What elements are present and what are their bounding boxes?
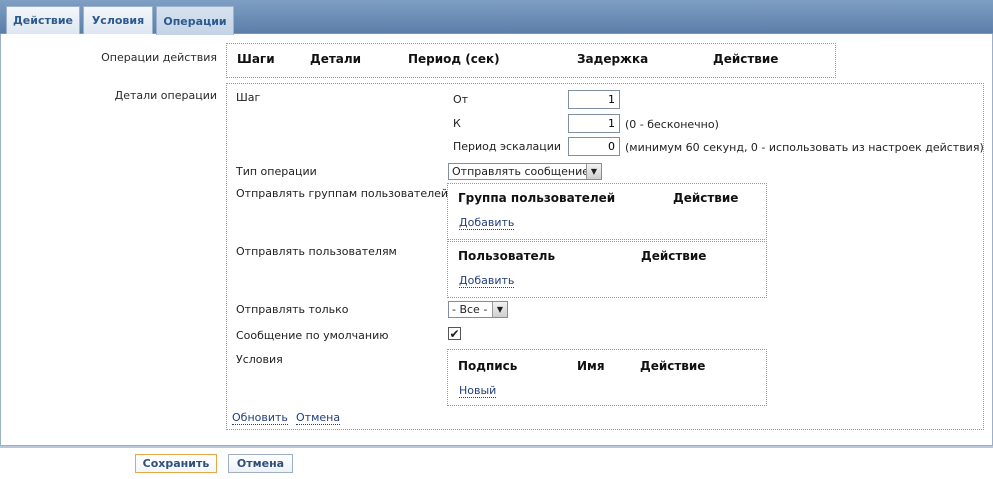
step-to-note: (0 - бесконечно) [625,118,719,131]
users-table: Пользователь Действие Добавить [447,241,767,298]
step-label: Шаг [236,91,261,104]
col-action: Действие [713,52,779,66]
checkmark-icon: ✔ [449,326,460,341]
col-name: Имя [577,359,605,373]
step-to-label: К [453,117,461,130]
details-label: Детали операции [114,89,217,102]
user-groups-table: Группа пользователей Действие Добавить [447,183,767,240]
conditions-label: Условия [236,353,283,366]
col-steps: Шаги [237,52,275,66]
col-condition-action: Действие [640,359,706,373]
dropdown-arrow-icon: ▼ [492,302,507,317]
col-label: Подпись [458,359,518,373]
operation-type-value: Отправлять сообщение [452,165,590,178]
send-only-select[interactable]: - Все - ▼ [448,301,508,318]
escalation-input[interactable] [568,137,620,156]
default-message-label: Сообщение по умолчанию [236,329,389,342]
default-message-checkbox[interactable]: ✔ [448,327,461,340]
footer-separator [0,446,993,448]
dropdown-arrow-icon: ▼ [586,164,601,179]
tab-conditions-label: Условия [91,14,145,27]
col-user: Пользователь [458,249,556,263]
tab-action[interactable]: Действие [6,6,80,34]
tab-operations-label: Операции [163,14,227,28]
tab-action-label: Действие [13,14,73,27]
col-user-action: Действие [641,249,707,263]
escalation-label: Период эскалации [453,140,562,153]
col-period: Период (сек) [408,52,500,66]
cancel-button[interactable]: Отмена [228,454,293,473]
new-condition-link[interactable]: Новый [459,384,497,398]
col-group-action: Действие [673,191,739,205]
send-only-label: Отправлять только [236,303,349,316]
send-only-value: - Все - [452,303,488,316]
tab-bar: Действие Условия Операции [0,0,993,35]
conditions-table: Подпись Имя Действие Новый [447,349,767,406]
add-user-link[interactable]: Добавить [459,274,515,288]
add-user-group-link[interactable]: Добавить [459,216,515,230]
tab-conditions[interactable]: Условия [83,6,153,34]
col-user-group: Группа пользователей [458,191,616,205]
operation-type-select[interactable]: Отправлять сообщение ▼ [448,163,602,180]
col-delay: Задержка [577,52,649,66]
send-users-label: Отправлять пользователям [236,245,397,258]
step-from-input[interactable] [568,90,620,109]
step-from-label: От [453,93,469,106]
escalation-note: (минимум 60 секунд, 0 - использовать из … [625,141,984,154]
tab-operations[interactable]: Операции [156,6,234,35]
operations-label: Операции действия [101,51,217,64]
send-groups-label: Отправлять группам пользователей [236,187,449,200]
operation-type-label: Тип операции [236,165,317,178]
save-button[interactable]: Сохранить [135,454,217,473]
col-details: Детали [310,52,362,66]
operations-table: Шаги Детали Период (сек) Задержка Действ… [226,43,836,78]
step-to-input[interactable] [568,114,620,133]
cancel-operation-link[interactable]: Отмена [296,411,341,425]
update-link[interactable]: Обновить [232,411,288,425]
